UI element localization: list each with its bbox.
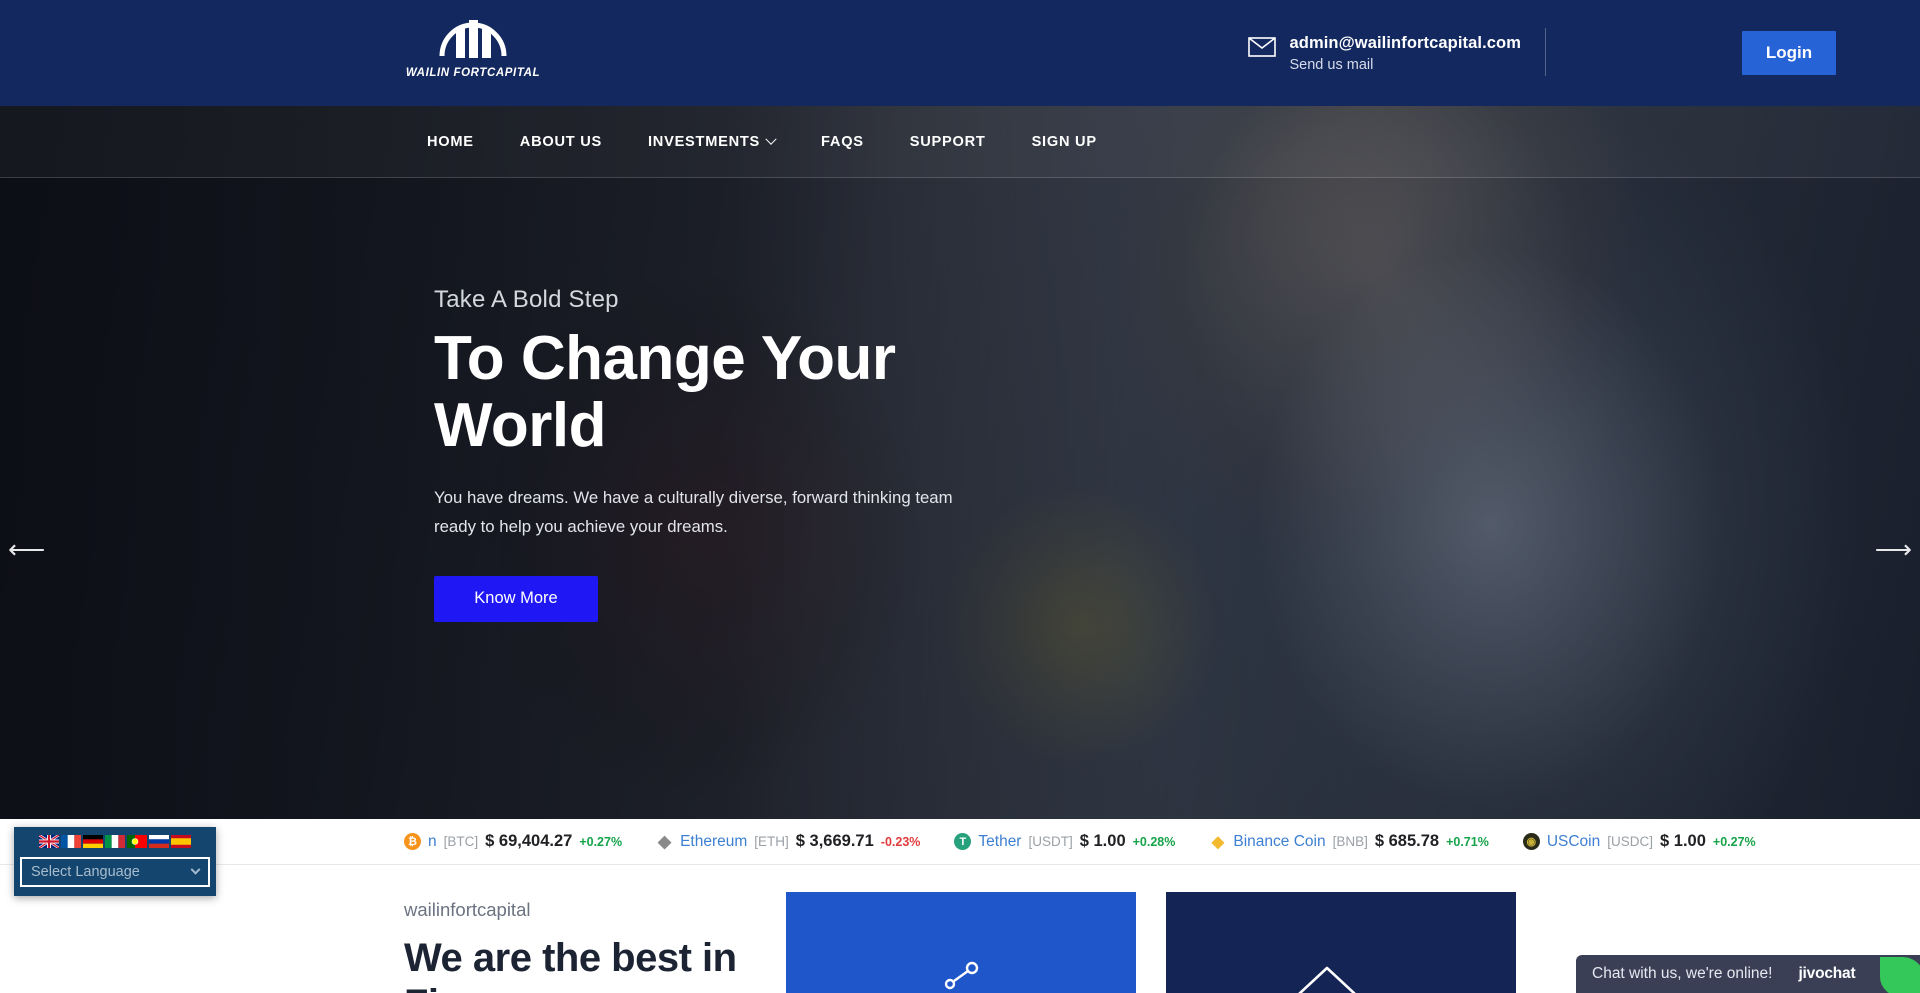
ticker-track: ₿ n [BTC] $ 69,404.27 +0.27% ◆ Ethereum … — [404, 832, 1790, 851]
contact-email[interactable]: admin@wailinfortcapital.com — [1290, 33, 1522, 54]
ticker-symbol: [USDC] — [1607, 834, 1654, 849]
ticker-item-bnb[interactable]: ◆ Binance Coin [BNB] $ 685.78 +0.71% — [1209, 832, 1522, 851]
uscoin-icon: ◉ — [1522, 833, 1540, 850]
chat-brand-label: jivochat — [1798, 965, 1856, 982]
know-more-button[interactable]: Know More — [434, 575, 598, 622]
chat-message: Chat with us, we're online! — [1592, 965, 1773, 982]
ticker-change: +0.28% — [1132, 834, 1176, 849]
ticker-price: $ 1.00 — [1660, 832, 1706, 850]
jivochat-widget[interactable]: Chat with us, we're online! jivochat — [1576, 955, 1920, 993]
hero-title-line-1: To Change Your — [434, 324, 896, 393]
section-title-line-1: We are the best in — [404, 936, 737, 980]
ticker-symbol: [ETH] — [754, 834, 789, 849]
flag-germany-icon[interactable] — [83, 835, 103, 848]
chat-leaf-icon[interactable] — [1880, 957, 1920, 993]
select-language-placeholder: Select Language — [31, 864, 140, 880]
logo-wordmark: WAILIN FORTCAPITAL — [405, 67, 541, 79]
login-button[interactable]: Login — [1742, 31, 1836, 75]
crypto-ticker: ₿ n [BTC] $ 69,404.27 +0.27% ◆ Ethereum … — [0, 819, 1920, 865]
flag-france-icon[interactable] — [61, 835, 81, 848]
ticker-price: $ 685.78 — [1374, 832, 1440, 850]
ticker-name: USCoin — [1546, 832, 1601, 850]
hero-title-line-2: World — [434, 390, 607, 460]
main-navigation: HOME ABOUT US INVESTMENTS FAQS SUPPORT S… — [0, 106, 1920, 178]
flag-russia-icon[interactable] — [149, 835, 169, 848]
feature-card-primary[interactable] — [786, 892, 1136, 993]
nav-list: HOME ABOUT US INVESTMENTS FAQS SUPPORT S… — [404, 133, 1120, 150]
ticker-item-usdt[interactable]: T Tether [USDT] $ 1.00 +0.28% — [954, 832, 1209, 851]
brand-logo[interactable]: WAILIN FORTCAPITAL — [406, 10, 540, 79]
magnifier-chart-icon — [926, 954, 996, 993]
flag-spain-icon[interactable] — [171, 835, 191, 848]
nav-label: SUPPORT — [909, 133, 986, 150]
nav-label: INVESTMENTS — [648, 133, 761, 150]
ticker-price: $ 1.00 — [1079, 832, 1126, 850]
contact-subtitle: Send us mail — [1289, 56, 1374, 73]
tether-icon: T — [954, 833, 972, 850]
nav-item-sign-up[interactable]: SIGN UP — [1009, 134, 1120, 150]
hero-content: Take A Bold Step To Change Your World Yo… — [434, 286, 994, 622]
feature-card-secondary[interactable] — [1166, 892, 1516, 993]
ticker-change: +0.27% — [579, 834, 623, 849]
section-title-line-2: Finance — [404, 981, 737, 993]
nav-item-about-us[interactable]: ABOUT US — [497, 134, 625, 150]
binance-coin-icon: ◆ — [1211, 833, 1225, 851]
ticker-price: $ 69,404.27 — [485, 832, 573, 850]
page-root: WAILIN FORTCAPITAL admin@wailinfortcapit… — [0, 0, 1920, 993]
ticker-symbol: [USDT] — [1028, 834, 1073, 849]
slider-next-arrow[interactable]: ⟶ — [1875, 536, 1912, 562]
nav-label: ABOUT US — [519, 133, 602, 150]
nav-label: FAQS — [821, 133, 864, 150]
select-language-dropdown[interactable]: Select Language — [20, 857, 210, 887]
ticker-symbol: [BNB] — [1332, 834, 1368, 849]
flag-united-kingdom-icon[interactable] — [39, 835, 59, 848]
flag-list — [39, 835, 191, 848]
logo-mark-icon — [438, 10, 508, 62]
ticker-item-btc[interactable]: ₿ n [BTC] $ 69,404.27 +0.27% — [404, 832, 656, 851]
nav-label: HOME — [427, 133, 474, 150]
ticker-name: Binance Coin — [1233, 832, 1326, 850]
ticker-price: $ 3,669.71 — [795, 832, 874, 850]
ticker-item-usdc[interactable]: ◉ USCoin [USDC] $ 1.00 +0.27% — [1522, 832, 1790, 851]
ticker-item-eth[interactable]: ◆ Ethereum [ETH] $ 3,669.71 -0.23% — [656, 832, 954, 851]
hero-paragraph: You have dreams. We have a culturally di… — [434, 487, 953, 536]
hero-kicker: Take A Bold Step — [434, 286, 619, 313]
language-selector-widget: Select Language — [14, 827, 216, 896]
site-header: WAILIN FORTCAPITAL admin@wailinfortcapit… — [0, 0, 1920, 106]
nav-label: SIGN UP — [1031, 133, 1097, 150]
nav-item-support[interactable]: SUPPORT — [887, 134, 1009, 150]
section-title: We are the best in Finance — [404, 935, 737, 993]
hero-slider: HOME ABOUT US INVESTMENTS FAQS SUPPORT S… — [0, 106, 1920, 819]
section-kicker: wailinfortcapital — [404, 899, 531, 920]
nav-item-investments[interactable]: INVESTMENTS — [625, 133, 798, 150]
bitcoin-icon: ₿ — [404, 833, 421, 850]
ethereum-icon: ◆ — [658, 831, 672, 851]
flag-portugal-icon[interactable] — [127, 835, 147, 848]
envelope-icon — [1247, 37, 1276, 62]
ticker-change: +0.27% — [1712, 834, 1756, 849]
ticker-name: Ethereum — [680, 832, 748, 850]
ticker-name: n — [428, 832, 437, 850]
chevron-down-icon — [190, 864, 201, 875]
chevron-down-icon — [765, 133, 777, 145]
header-contact: admin@wailinfortcapital.com Send us mail — [1247, 33, 1522, 73]
nav-item-home[interactable]: HOME — [404, 134, 497, 150]
ticker-symbol: [BTC] — [443, 834, 479, 849]
ticker-change: +0.71% — [1446, 834, 1489, 849]
chart-peak-icon — [1293, 954, 1389, 993]
slider-prev-arrow[interactable]: ⟵ — [8, 536, 45, 562]
hero-title: To Change Your World — [434, 324, 994, 460]
nav-item-faqs[interactable]: FAQS — [798, 134, 887, 150]
flag-italy-icon[interactable] — [105, 835, 125, 848]
ticker-change: -0.23% — [880, 834, 921, 849]
header-divider — [1545, 28, 1546, 76]
ticker-name: Tether — [978, 832, 1022, 850]
